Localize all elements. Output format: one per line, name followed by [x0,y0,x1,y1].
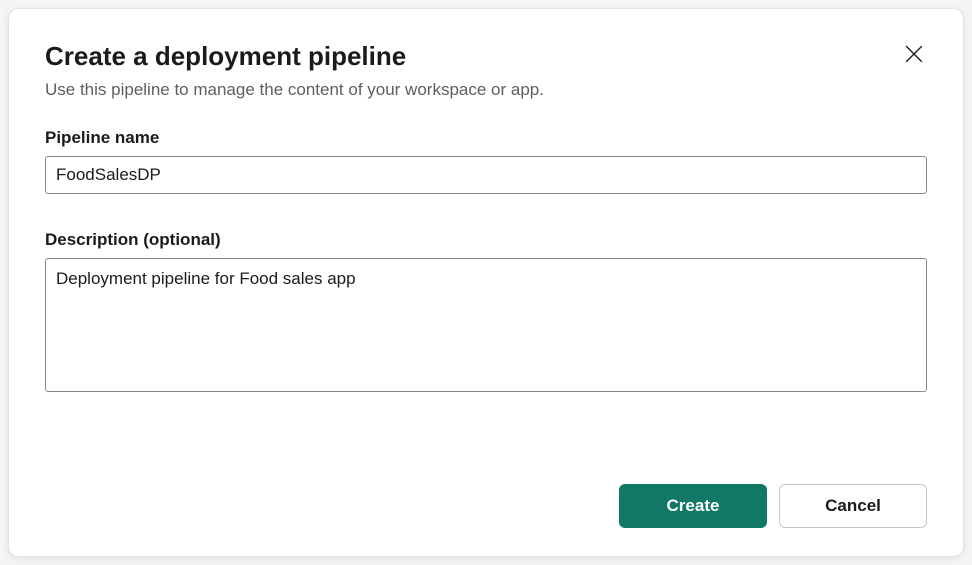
close-icon [905,45,923,63]
pipeline-name-input[interactable] [45,156,927,194]
dialog-heading-block: Create a deployment pipeline [45,41,406,80]
dialog-title: Create a deployment pipeline [45,41,406,72]
create-button[interactable]: Create [619,484,767,528]
create-pipeline-dialog: Create a deployment pipeline Use this pi… [8,8,964,557]
cancel-button[interactable]: Cancel [779,484,927,528]
dialog-subtitle: Use this pipeline to manage the content … [45,80,927,100]
pipeline-name-group: Pipeline name [45,128,927,194]
description-group: Description (optional) [45,230,927,397]
pipeline-name-label: Pipeline name [45,128,927,148]
description-input[interactable] [45,258,927,392]
dialog-header: Create a deployment pipeline [45,41,927,80]
close-button[interactable] [901,41,927,67]
description-label: Description (optional) [45,230,927,250]
dialog-footer: Create Cancel [45,460,927,528]
